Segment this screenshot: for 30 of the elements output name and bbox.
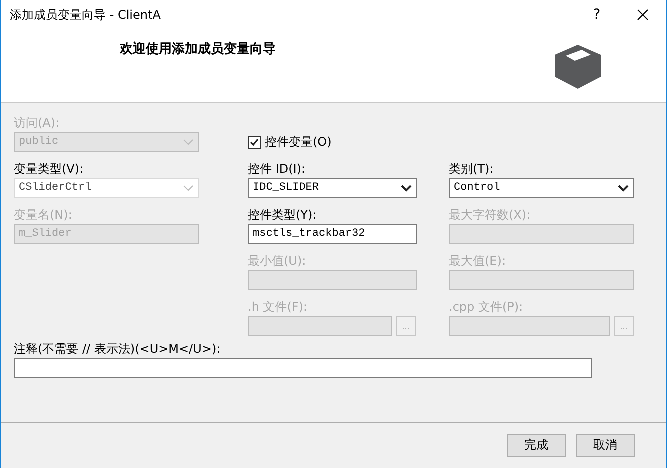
help-button[interactable]: ? <box>574 7 620 23</box>
field-label: 变量名(N): <box>14 207 74 224</box>
field-label: .cpp 文件(P): <box>449 299 524 316</box>
chevron-icon <box>401 184 412 192</box>
field-label: 访问(A): <box>14 115 61 132</box>
comment-label: 注释(不需要 // 表示法)(<U>M</U>): <box>14 341 222 358</box>
field-label: 最大值(E): <box>449 253 507 270</box>
field-label: 控件类型(Y): <box>248 207 318 224</box>
field-label: 控件 ID(I): <box>248 161 307 178</box>
checkbox[interactable] <box>248 136 261 148</box>
comment-field[interactable] <box>14 358 592 378</box>
window-title: 添加成员变量向导 - ClientA <box>10 6 162 24</box>
wizard-heading: 欢迎使用添加成员变量向导 <box>120 40 276 59</box>
field-label: 最小值(U): <box>248 253 308 270</box>
dialog-button[interactable]: 取消 <box>576 434 635 457</box>
chevron-icon <box>183 138 194 146</box>
dialog-button[interactable]: 完成 <box>507 434 566 457</box>
chevron-icon <box>183 184 194 192</box>
box-icon <box>554 44 602 90</box>
checkbox-label: 控件变量(O) <box>265 134 332 151</box>
field-label: .h 文件(F): <box>248 299 309 316</box>
input-field[interactable]: msctls_trackbar32 <box>248 224 417 244</box>
field-label: 最大字符数(X): <box>449 207 532 224</box>
dropdown[interactable]: CSliderCtrl <box>14 178 199 198</box>
close-icon[interactable] <box>637 9 649 21</box>
chevron-icon <box>618 184 629 192</box>
dropdown[interactable]: Control <box>449 178 634 198</box>
dropdown[interactable]: IDC_SLIDER <box>248 178 417 198</box>
field-label: 类别(T): <box>449 161 495 178</box>
field-label: 变量类型(V): <box>14 161 85 178</box>
